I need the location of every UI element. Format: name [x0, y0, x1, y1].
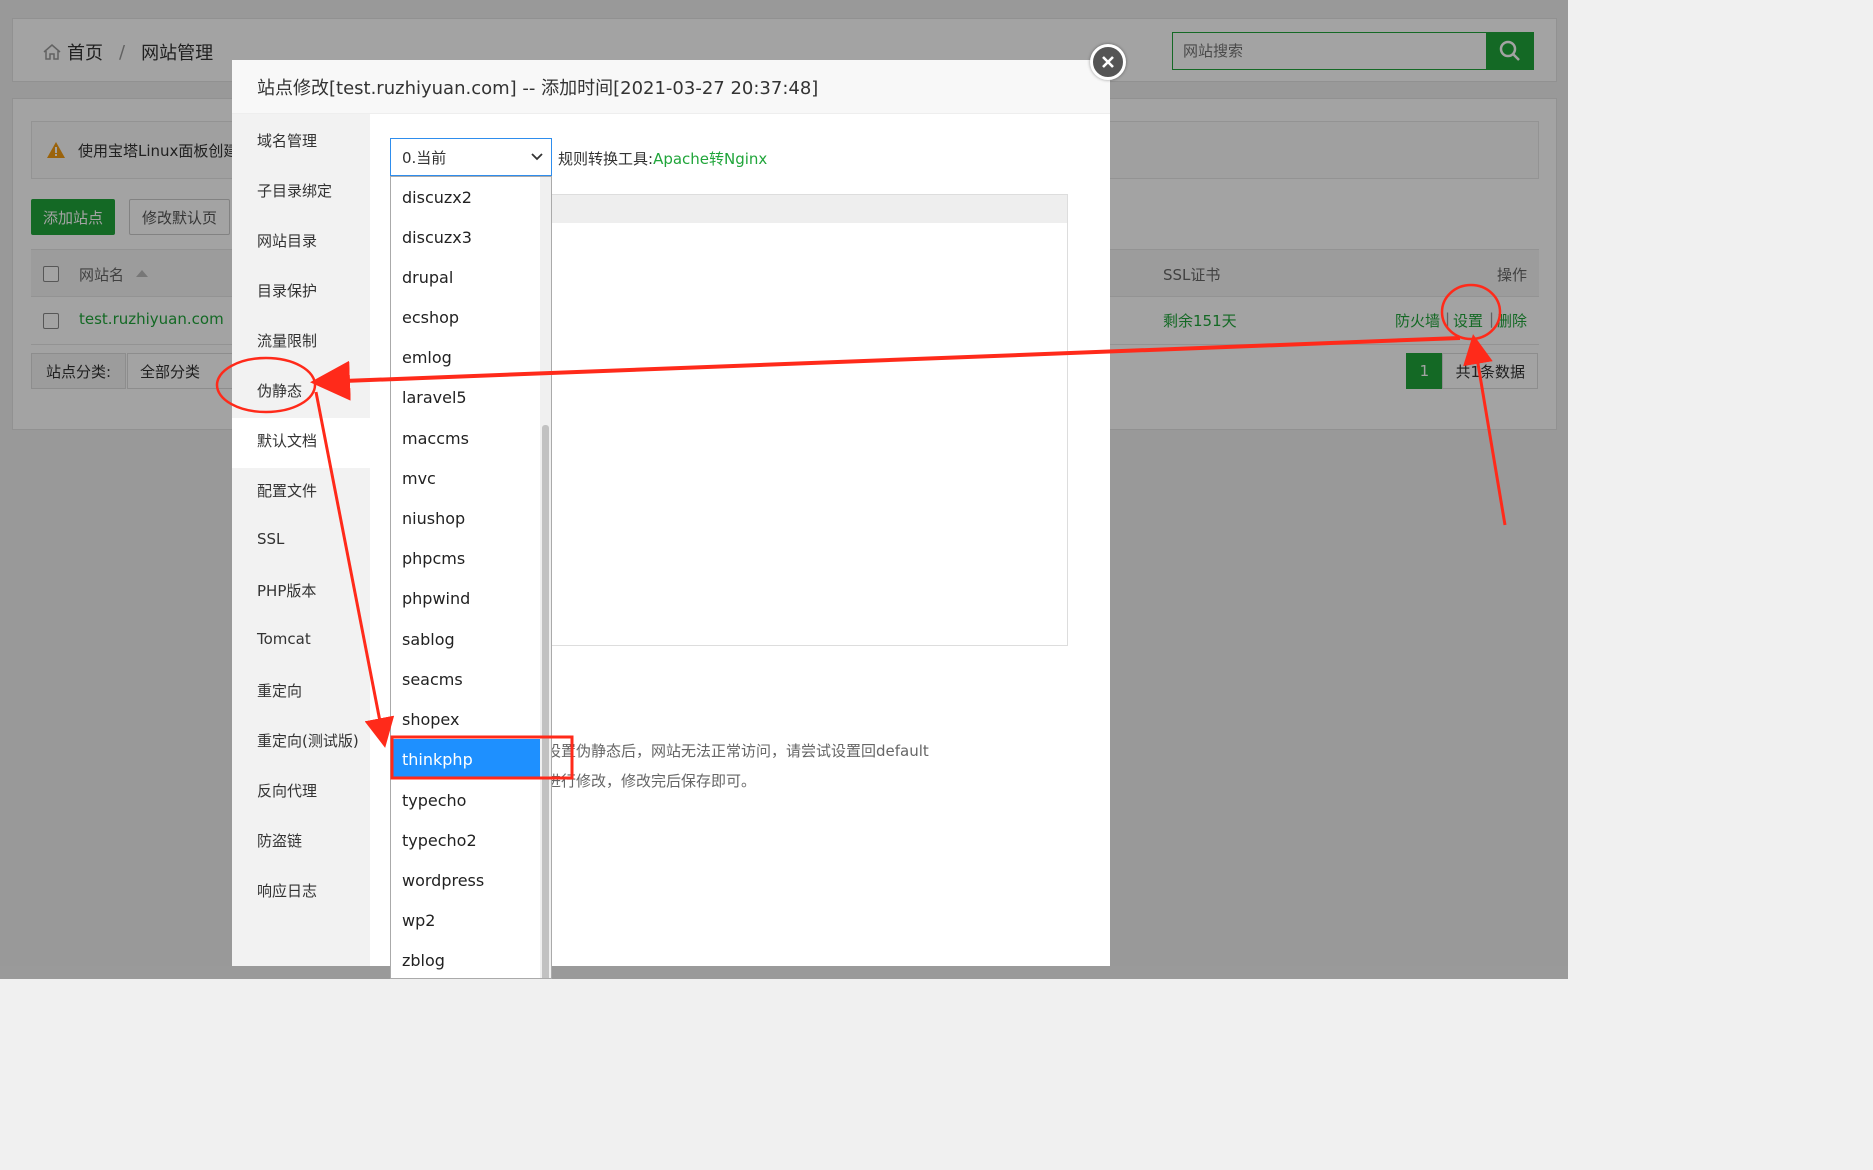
bottom-strip — [0, 966, 1568, 979]
sidebar-item-redirect-beta[interactable]: 重定向(测试版) — [257, 730, 359, 751]
modal-close-button[interactable] — [1090, 44, 1126, 80]
dropdown-option[interactable]: phpcms — [391, 538, 541, 578]
sidebar-item-ssl[interactable]: SSL — [257, 530, 284, 548]
sidebar-item-subdir[interactable]: 子目录绑定 — [257, 180, 332, 201]
rewrite-select-value: 0.当前 — [402, 148, 447, 167]
sidebar-item-php-version[interactable]: PHP版本 — [257, 580, 316, 601]
tip-line-1: 设置伪静态后，网站无法正常访问，请尝试设置回default — [546, 742, 929, 760]
sidebar-item-config-file[interactable]: 配置文件 — [257, 480, 317, 501]
dropdown-option-selected[interactable]: thinkphp — [391, 739, 541, 779]
chevron-down-icon — [531, 153, 543, 161]
dropdown-option[interactable]: laravel5 — [391, 377, 541, 417]
dropdown-option[interactable]: shopex — [391, 699, 541, 739]
dropdown-option[interactable]: wordpress — [391, 860, 541, 900]
sidebar-item-default-doc[interactable]: 默认文档 — [257, 430, 317, 451]
dropdown-option[interactable]: typecho2 — [391, 820, 541, 860]
dropdown-option[interactable]: emlog — [391, 337, 541, 377]
sidebar-item-traffic-limit[interactable]: 流量限制 — [257, 330, 317, 351]
dropdown-option[interactable]: seacms — [391, 659, 541, 699]
sidebar-item-site-dir[interactable]: 网站目录 — [257, 230, 317, 251]
sidebar-item-rewrite[interactable]: 伪静态 — [257, 380, 302, 401]
site-settings-modal: 站点修改[test.ruzhiyuan.com] -- 添加时间[2021-03… — [232, 60, 1110, 966]
modal-title: 站点修改[test.ruzhiyuan.com] -- 添加时间[2021-03… — [232, 60, 1110, 114]
close-icon — [1102, 56, 1114, 68]
apache-to-nginx-link[interactable]: Apache转Nginx — [653, 150, 767, 168]
sidebar-item-redirect[interactable]: 重定向 — [257, 680, 302, 701]
dropdown-option[interactable]: discuzx3 — [391, 217, 541, 257]
dropdown-option[interactable]: discuzx2 — [391, 177, 541, 217]
dropdown-option[interactable]: wp2 — [391, 900, 541, 940]
sidebar-item-dir-protect[interactable]: 目录保护 — [257, 280, 317, 301]
dropdown-option[interactable]: sablog — [391, 619, 541, 659]
dropdown-scrollbar-thumb[interactable] — [542, 425, 549, 978]
dropdown-option[interactable]: ecshop — [391, 297, 541, 337]
dropdown-option[interactable]: typecho — [391, 780, 541, 820]
dropdown-option[interactable]: phpwind — [391, 578, 541, 618]
dropdown-option[interactable]: zblog — [391, 940, 541, 978]
save-button-label: 保 — [556, 676, 572, 694]
rewrite-template-select[interactable]: 0.当前 — [390, 138, 552, 176]
rewrite-template-dropdown: discuzx2 discuzx3 drupal ecshop emlog la… — [390, 176, 552, 979]
sidebar-item-hotlink[interactable]: 防盗链 — [257, 830, 302, 851]
rule-tool: 规则转换工具:Apache转Nginx — [558, 148, 767, 169]
dropdown-scrollbar[interactable] — [540, 177, 551, 978]
sidebar-item-tomcat[interactable]: Tomcat — [257, 630, 311, 648]
dropdown-option[interactable]: drupal — [391, 257, 541, 297]
dropdown-option[interactable]: maccms — [391, 418, 541, 458]
sidebar-item-reverse-proxy[interactable]: 反向代理 — [257, 780, 317, 801]
sidebar-item-response-log[interactable]: 响应日志 — [257, 880, 317, 901]
dropdown-option[interactable]: niushop — [391, 498, 541, 538]
tip-line-2: 进行修改，修改完后保存即可。 — [546, 772, 757, 790]
sidebar-item-domain[interactable]: 域名管理 — [257, 130, 317, 151]
modal-sidebar: 域名管理 子目录绑定 网站目录 目录保护 流量限制 伪静态 默认文档 配置文件 … — [232, 114, 370, 966]
dropdown-option[interactable]: mvc — [391, 458, 541, 498]
rule-tool-label: 规则转换工具: — [558, 150, 654, 168]
